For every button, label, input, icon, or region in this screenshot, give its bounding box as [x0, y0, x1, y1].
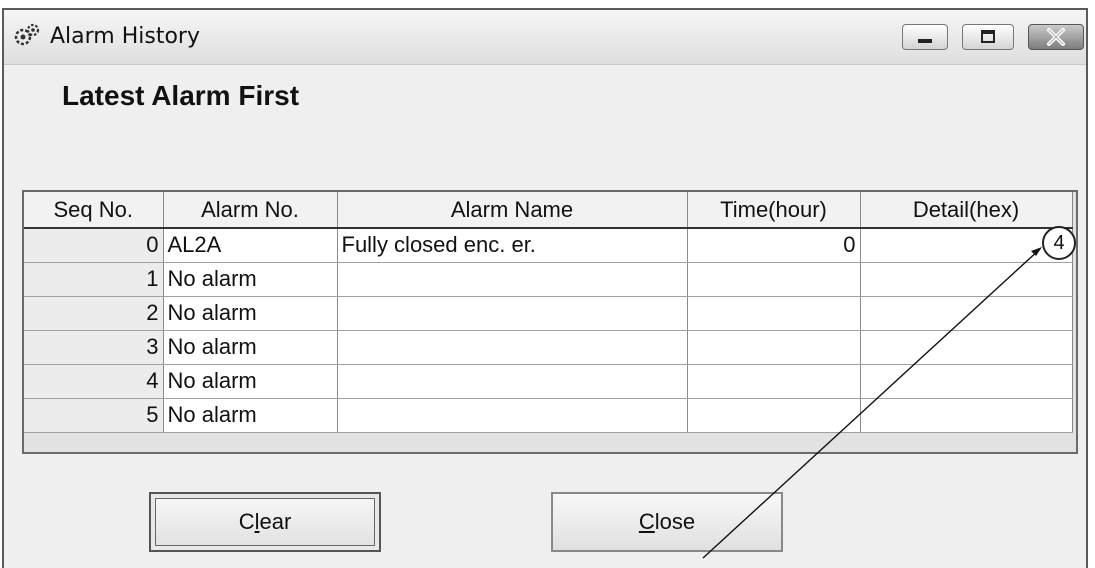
close-icon	[1047, 28, 1065, 46]
close-button[interactable]: Close	[551, 492, 783, 552]
table-row[interactable]: 1 No alarm	[24, 262, 1073, 297]
time-hour-cell	[687, 330, 861, 365]
close-button-accelerator: C	[638, 509, 655, 534]
table-row[interactable]: 0 AL2A Fully closed enc. er. 0	[24, 228, 1073, 263]
title-bar[interactable]: Alarm History	[4, 10, 1086, 65]
table-row[interactable]: 5 No alarm	[24, 398, 1073, 433]
gear-pair-icon	[14, 23, 40, 46]
alarm-name-cell	[337, 262, 688, 297]
alarm-name-cell	[337, 330, 688, 365]
seq-no-cell: 1	[24, 262, 164, 297]
maximize-icon	[981, 30, 995, 43]
alarm-no-cell: No alarm	[163, 330, 338, 365]
column-header-alarm-name[interactable]: Alarm Name	[337, 192, 688, 229]
callout-marker: 4	[1042, 226, 1076, 260]
detail-hex-cell	[860, 262, 1073, 297]
table-row[interactable]: 3 No alarm	[24, 330, 1073, 365]
alarm-name-cell	[337, 398, 688, 433]
table-header-row: Seq No. Alarm No. Alarm Name Time(hour) …	[24, 192, 1073, 229]
alarm-no-cell: No alarm	[163, 262, 338, 297]
column-header-detail-hex[interactable]: Detail(hex)	[860, 192, 1073, 229]
alarm-name-cell	[337, 296, 688, 331]
page-heading: Latest Alarm First	[62, 80, 300, 111]
alarm-no-cell: No alarm	[163, 296, 338, 331]
detail-hex-cell	[860, 398, 1073, 433]
seq-no-cell: 3	[24, 330, 164, 365]
detail-hex-cell	[860, 330, 1073, 365]
alarm-history-grid[interactable]: Seq No. Alarm No. Alarm Name Time(hour) …	[22, 190, 1078, 454]
alarm-name-cell	[337, 364, 688, 399]
alarm-history-window: Alarm History Latest Alarm First Seq No.…	[2, 8, 1088, 568]
close-button-label-post: lose	[654, 509, 696, 534]
clear-button-label-pre: C	[238, 509, 255, 534]
time-hour-cell	[687, 364, 861, 399]
time-hour-cell	[687, 296, 861, 331]
detail-hex-cell	[860, 296, 1073, 331]
column-header-alarm-no[interactable]: Alarm No.	[163, 192, 338, 229]
time-hour-cell: 0	[687, 228, 861, 263]
time-hour-cell	[687, 262, 861, 297]
seq-no-cell: 4	[24, 364, 164, 399]
minimize-button[interactable]	[902, 24, 948, 50]
seq-no-cell: 2	[24, 296, 164, 331]
clear-button[interactable]: Clear	[149, 492, 381, 552]
clear-button-label-post: ear	[259, 509, 292, 534]
close-window-button[interactable]	[1028, 24, 1084, 50]
column-header-seq-no[interactable]: Seq No.	[24, 192, 164, 229]
detail-hex-cell	[860, 228, 1073, 263]
detail-hex-cell	[860, 364, 1073, 399]
alarm-no-cell: AL2A	[163, 228, 338, 263]
minimize-icon	[918, 39, 932, 43]
alarm-table: Seq No. Alarm No. Alarm Name Time(hour) …	[24, 192, 1073, 433]
alarm-name-cell: Fully closed enc. er.	[337, 228, 688, 263]
maximize-button[interactable]	[962, 24, 1014, 50]
seq-no-cell: 5	[24, 398, 164, 433]
time-hour-cell	[687, 398, 861, 433]
window-title: Alarm History	[50, 24, 200, 49]
table-row[interactable]: 4 No alarm	[24, 364, 1073, 399]
table-row[interactable]: 2 No alarm	[24, 296, 1073, 331]
seq-no-cell: 0	[24, 228, 164, 263]
alarm-no-cell: No alarm	[163, 398, 338, 433]
alarm-no-cell: No alarm	[163, 364, 338, 399]
column-header-time-hour[interactable]: Time(hour)	[687, 192, 861, 229]
